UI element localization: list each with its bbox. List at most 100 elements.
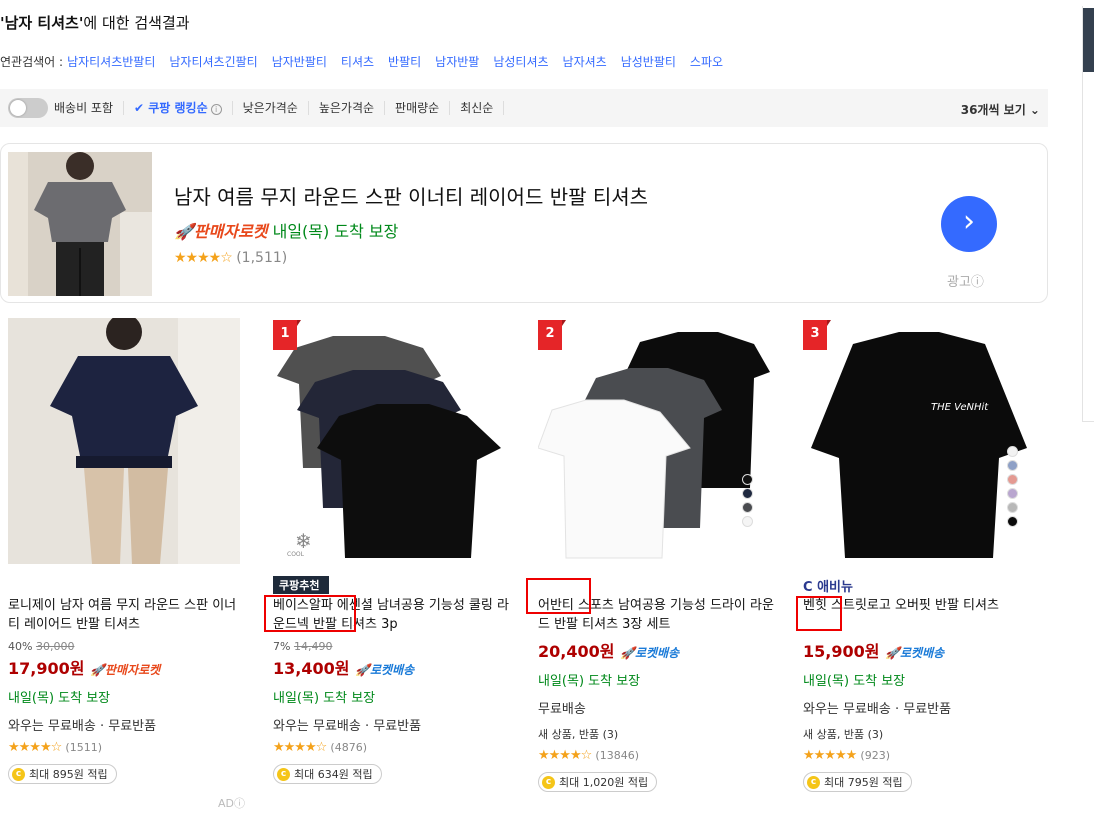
discount-info: 40% 30,000 (8, 640, 248, 654)
reward-point-text: 최대 895원 적립 (29, 768, 108, 781)
color-swatch[interactable] (742, 516, 753, 527)
related-keyword[interactable]: 남성티셔츠 (493, 53, 548, 70)
coin-icon: c (277, 767, 290, 781)
related-keyword[interactable]: 남성반팔티 (621, 53, 676, 70)
color-swatch[interactable] (1007, 488, 1018, 499)
rank-badge: 2 (538, 320, 566, 350)
related-keyword[interactable]: 남자반팔 (435, 53, 479, 70)
highlight-box (264, 595, 356, 632)
reward-point-badge: c 최대 634원 적립 (273, 764, 382, 784)
product-tag: C 애비뉴 (803, 576, 1043, 596)
reward-point-badge: c 최대 1,020원 적립 (538, 772, 658, 792)
color-swatch[interactable] (1007, 502, 1018, 513)
reward-point-badge: c 최대 895원 적립 (8, 764, 117, 784)
product-card[interactable]: ❄ COOL 1 쿠팡추천 베이스알파 에센셜 남녀공용 기능성 쿨링 라운드넥… (273, 318, 513, 784)
color-swatch[interactable] (1007, 474, 1018, 485)
reward-point-badge: c 최대 795원 적립 (803, 772, 912, 792)
sale-price: 20,400원 🚀로켓배송 (538, 638, 778, 662)
coupang-recommend-badge: 쿠팡추천 (273, 576, 330, 594)
arrival-info: 내일(목) 도착 보장 (273, 691, 376, 706)
sort-ranking[interactable]: ✔ 쿠팡 랭킹순 i (124, 101, 233, 115)
shirt-print-text: THE VeNHit (931, 402, 989, 413)
new-product-info[interactable]: 새 상품, 반품 (3) (538, 726, 778, 742)
product-image[interactable]: THE VeNHit 3 (803, 318, 1035, 564)
sale-price: 17,900원 🚀판매자로켓 (8, 655, 248, 679)
related-keyword[interactable]: 반팔티 (388, 53, 421, 70)
color-swatch[interactable] (1007, 460, 1018, 471)
coin-icon: c (542, 775, 555, 789)
related-keyword[interactable]: 스파오 (690, 53, 723, 70)
color-swatch[interactable] (1007, 446, 1018, 457)
review-count: (1,511) (236, 250, 288, 266)
product-tag: 쿠팡추천 (273, 576, 513, 596)
color-swatch[interactable] (1007, 516, 1018, 527)
shipping-fee-label: 배송비 포함 (54, 101, 125, 115)
ad-title[interactable]: 남자 여름 무지 라운드 스판 이너티 레이어드 반팔 티셔츠 (174, 181, 648, 210)
shipping-benefit: 와우는 무료배송 · 무료반품 (273, 719, 422, 734)
reward-point-text: 최대 795원 적립 (824, 776, 903, 789)
color-swatch[interactable] (742, 502, 753, 513)
star-rating-icon: ★★★★☆ (174, 250, 233, 266)
price-value: 13,400원 (273, 659, 350, 678)
related-keyword[interactable]: 남자티셔츠긴팔티 (169, 53, 257, 70)
search-results-page: '남자 티셔츠'에 대한 검색결과 연관검색어 : 남자티셔츠반팔티 남자티셔츠… (0, 0, 1094, 817)
review-count: (923) (860, 749, 891, 762)
discount-rate: 7% (273, 640, 291, 653)
scrollbar-thumb[interactable] (1083, 8, 1094, 72)
ad-banner[interactable]: 남자 여름 무지 라운드 스판 이너티 레이어드 반팔 티셔츠 🚀판매자로켓 내… (0, 143, 1048, 303)
product-image[interactable]: 2 (538, 318, 770, 564)
product-rating: ★★★★☆ (4876) (273, 740, 513, 755)
info-icon[interactable]: i (210, 104, 222, 115)
chevron-right-icon[interactable]: › (941, 196, 997, 252)
color-swatch[interactable] (742, 474, 753, 485)
coin-icon: c (12, 767, 25, 781)
reward-point-text: 최대 1,020원 적립 (559, 776, 649, 789)
sort-sales[interactable]: 판매량순 (385, 101, 451, 115)
related-keyword[interactable]: 티셔츠 (341, 53, 374, 70)
rank-badge: 3 (803, 320, 831, 350)
sort-low-price[interactable]: 낮은가격순 (233, 101, 309, 115)
per-page-select[interactable]: 36개씩 보기 ⌄ (961, 101, 1040, 118)
sort-bar: 배송비 포함 ✔ 쿠팡 랭킹순 i 낮은가격순 높은가격순 판매량순 최신순 36… (0, 89, 1048, 127)
product-card[interactable]: 2 어반티 스포츠 남여공용 기능성 드라이 라운드 반팔 티셔츠 3장 세트 … (538, 318, 778, 792)
color-swatches[interactable] (1007, 446, 1018, 527)
shipping-benefit: 와우는 무료배송 · 무료반품 (8, 719, 157, 734)
ad-label[interactable]: 광고ⓘ (947, 271, 984, 290)
related-keyword[interactable]: 남자반팔티 (272, 53, 327, 70)
related-keyword[interactable]: 남자티셔츠반팔티 (67, 53, 155, 70)
review-count: (13846) (595, 749, 639, 762)
ad-delivery: 🚀판매자로켓 내일(목) 도착 보장 (174, 218, 398, 242)
sort-newest[interactable]: 최신순 (450, 101, 505, 115)
related-keyword[interactable]: 남자셔츠 (563, 53, 607, 70)
ad-mark[interactable]: ADⓘ (218, 795, 245, 811)
product-rating: ★★★★☆ (13846) (538, 748, 778, 763)
discount-rate: 40% (8, 640, 33, 653)
product-card[interactable]: THE VeNHit 3 C 애비뉴 벤힛 스트릿로고 오버핏 반팔 티셔츠 1… (803, 318, 1043, 792)
product-name[interactable]: 로니제이 남자 여름 무지 라운드 스판 이너티 레이어드 반팔 티셔츠 (8, 596, 248, 636)
product-image[interactable] (8, 318, 240, 564)
color-swatch[interactable] (742, 488, 753, 499)
rocket-delivery-badge: 🚀로켓배송 (620, 646, 680, 660)
highlight-box (526, 578, 591, 614)
shipping-benefit: 와우는 무료배송 · 무료반품 (803, 702, 952, 717)
svg-text:❄: ❄ (295, 529, 312, 553)
related-keywords: 연관검색어 : 남자티셔츠반팔티 남자티셔츠긴팔티 남자반팔티 티셔츠 반팔티 … (0, 53, 737, 70)
product-card[interactable]: 로니제이 남자 여름 무지 라운드 스판 이너티 레이어드 반팔 티셔츠 40%… (8, 318, 248, 784)
shipping-fee-toggle[interactable] (8, 98, 48, 118)
coin-icon: c (807, 775, 820, 789)
highlight-box (796, 596, 842, 631)
side-scrollbar[interactable] (1082, 6, 1094, 422)
arrival-info: 내일(목) 도착 보장 (538, 674, 641, 689)
shipping-benefit: 무료배송 (538, 702, 586, 717)
new-product-info[interactable]: 새 상품, 반품 (3) (803, 726, 1043, 742)
ad-product-image[interactable] (8, 152, 152, 296)
product-rating: ★★★★★ (923) (803, 748, 1043, 763)
rocket-delivery-badge: 🚀로켓배송 (885, 646, 945, 660)
product-image[interactable]: ❄ COOL 1 (273, 318, 505, 564)
price-value: 15,900원 (803, 642, 880, 661)
star-rating-icon: ★★★★☆ (8, 740, 62, 755)
sort-high-price[interactable]: 높은가격순 (309, 101, 386, 115)
rocket-delivery-badge: 🚀로켓배송 (355, 663, 415, 677)
price-value: 20,400원 (538, 642, 615, 661)
color-swatches[interactable] (742, 474, 753, 527)
